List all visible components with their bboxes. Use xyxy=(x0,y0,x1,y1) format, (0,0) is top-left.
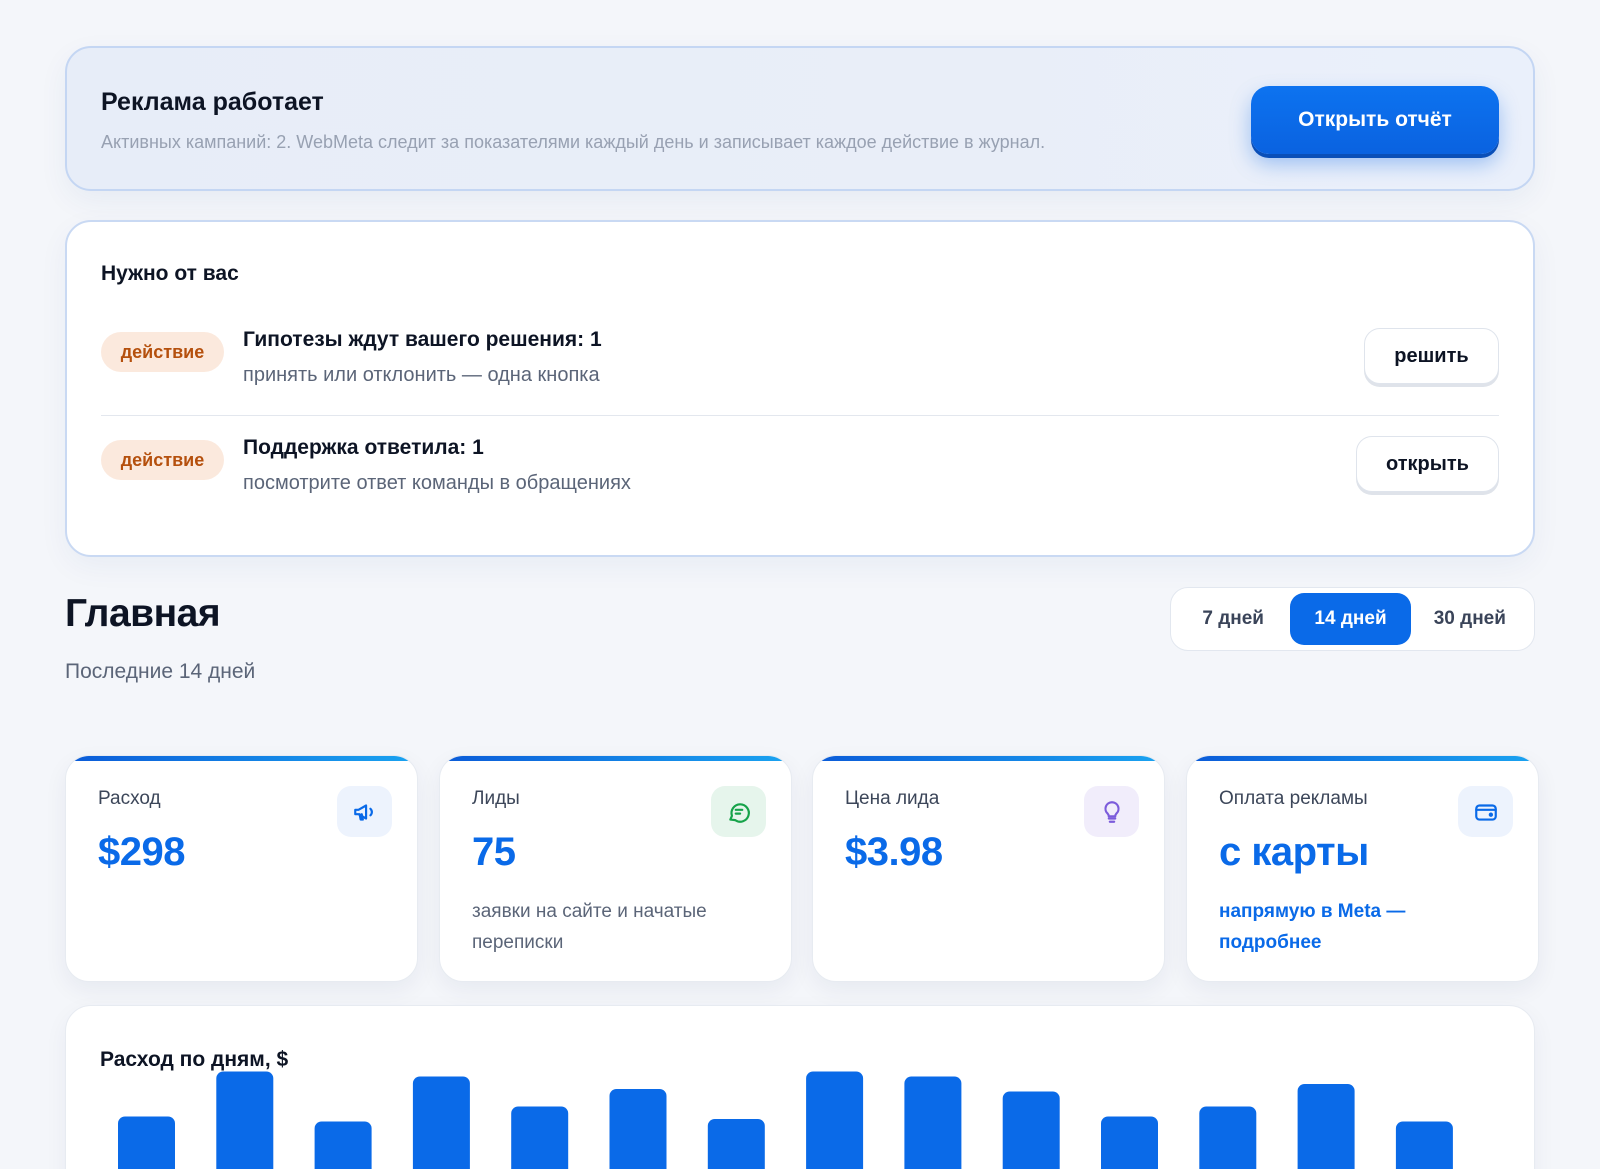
kpi-value: с карты xyxy=(1219,830,1369,874)
kpi-value: $3.98 xyxy=(845,830,943,874)
action-required-title: Нужно от вас xyxy=(101,262,239,285)
chart-bar xyxy=(314,1121,372,1169)
kpi-label: Лиды xyxy=(472,788,520,809)
chart-bar xyxy=(1297,1084,1355,1169)
kpi-card-leads: Лиды 75 заявки на сайте и начатые перепи… xyxy=(439,755,792,982)
chart-bar xyxy=(118,1116,175,1169)
period-7-days[interactable]: 7 дней xyxy=(1176,593,1290,645)
chart-bar xyxy=(1395,1121,1453,1169)
kpi-label: Расход xyxy=(98,788,161,809)
kpi-value: 75 xyxy=(472,830,516,874)
action-tag: действие xyxy=(101,440,224,480)
kpi-note: заявки на сайте и начатые переписки xyxy=(472,901,707,953)
divider xyxy=(101,415,1499,416)
chart-bar xyxy=(1101,1116,1158,1169)
chat-icon xyxy=(711,786,766,837)
action-item-title: Поддержка ответила: 1 xyxy=(243,436,484,459)
page-title: Главная xyxy=(65,592,221,635)
chart-bar xyxy=(904,1076,962,1169)
open-report-button[interactable]: Открыть отчёт xyxy=(1251,86,1499,154)
lightbulb-icon xyxy=(1084,786,1139,837)
action-item-subtitle: посмотрите ответ команды в обращениях xyxy=(243,472,631,494)
kpi-card-payment: Оплата рекламы с карты напрямую в Meta —… xyxy=(1186,755,1539,982)
status-banner: Реклама работает Активных кампаний: 2. W… xyxy=(65,46,1535,191)
action-item-title: Гипотезы ждут вашего решения: 1 xyxy=(243,328,602,351)
action-item: действие Гипотезы ждут вашего решения: 1… xyxy=(101,324,1499,414)
kpi-label: Оплата рекламы xyxy=(1219,788,1368,809)
action-item-subtitle: принять или отклонить — одна кнопка xyxy=(243,364,600,386)
dashboard-page: Реклама работает Активных кампаний: 2. W… xyxy=(0,0,1600,1169)
chart-bar xyxy=(1199,1106,1257,1169)
wallet-icon xyxy=(1458,786,1513,837)
daily-spend-chart xyxy=(118,1071,1453,1169)
page-subtitle: Последние 14 дней xyxy=(65,660,256,683)
chart-bar xyxy=(806,1071,864,1169)
action-required-card: Нужно от вас действие Гипотезы ждут ваше… xyxy=(65,220,1535,557)
action-item: действие Поддержка ответила: 1 посмотрит… xyxy=(101,432,1499,522)
period-14-days[interactable]: 14 дней xyxy=(1290,593,1411,645)
chart-bar xyxy=(609,1089,667,1169)
kpi-value: $298 xyxy=(98,830,185,874)
chart-bar xyxy=(412,1076,470,1169)
kpi-label: Цена лида xyxy=(845,788,940,809)
period-selector: 7 дней 14 дней 30 дней xyxy=(1170,587,1535,651)
chart-bar xyxy=(1002,1091,1060,1169)
banner-subtitle: Активных кампаний: 2. WebMeta следит за … xyxy=(101,132,1046,152)
period-30-days[interactable]: 30 дней xyxy=(1411,593,1529,645)
payment-details-link[interactable]: напрямую в Meta — подробнее xyxy=(1219,896,1449,958)
banner-title: Реклама работает xyxy=(101,88,324,116)
chart-bar xyxy=(216,1071,274,1169)
daily-spend-chart-card: Расход по дням, $ xyxy=(65,1005,1535,1169)
resolve-button[interactable]: решить xyxy=(1364,328,1499,384)
open-button[interactable]: открыть xyxy=(1356,436,1499,492)
action-tag: действие xyxy=(101,332,224,372)
megaphone-icon xyxy=(337,786,392,837)
kpi-card-spend: Расход $298 xyxy=(65,755,418,982)
chart-bar xyxy=(511,1106,569,1169)
chart-bar xyxy=(707,1119,765,1169)
kpi-card-lead-cost: Цена лида $3.98 xyxy=(812,755,1165,982)
